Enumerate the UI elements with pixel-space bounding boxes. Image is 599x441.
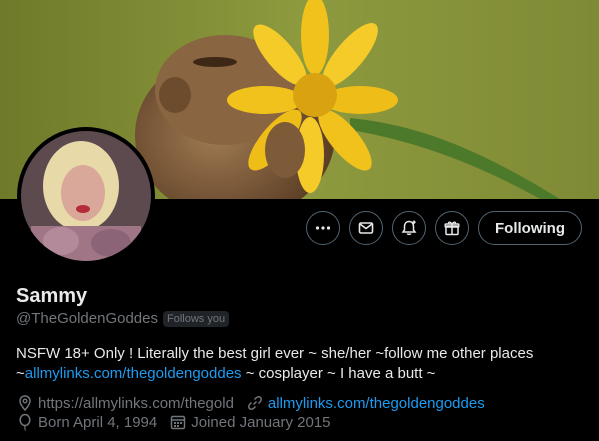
follows-you-badge: Follows you: [162, 310, 230, 327]
following-button[interactable]: Following: [478, 211, 582, 245]
birthday-item: Born April 4, 1994: [16, 413, 157, 431]
handle-row: @TheGoldenGoddes Follows you: [16, 310, 230, 327]
profile-actions: Following: [306, 211, 582, 245]
website-item: allmylinks.com/thegoldengoddes: [246, 394, 485, 412]
website-link[interactable]: allmylinks.com/thegoldengoddes: [268, 395, 485, 412]
location-text: https://allmylinks.com/thegold: [38, 394, 234, 412]
bio-line-2-prefix: ~: [16, 365, 25, 382]
notification-button[interactable]: [392, 211, 427, 245]
location-pin-icon: [19, 395, 31, 412]
profile-bio: NSFW 18+ Only ! Literally the best girl …: [16, 344, 586, 384]
avatar-image: [21, 131, 151, 261]
more-button[interactable]: [306, 211, 341, 245]
bio-line-2: ~allmylinks.com/thegoldengoddes ~ cospla…: [16, 364, 586, 384]
notification-bell-icon: [401, 220, 417, 236]
subscribe-button[interactable]: [435, 211, 470, 245]
bio-link[interactable]: allmylinks.com/thegoldengoddes: [25, 365, 242, 382]
user-handle: @TheGoldenGoddes: [16, 310, 158, 327]
gift-icon: [444, 221, 460, 236]
more-icon: [315, 226, 331, 230]
calendar-icon: [171, 415, 186, 430]
display-name: Sammy: [16, 285, 88, 307]
bio-line-2-suffix: ~ cosplayer ~ I have a butt ~: [241, 365, 436, 382]
message-icon: [358, 222, 374, 234]
profile-meta-row-1: https://allmylinks.com/thegold allmylink…: [16, 394, 497, 412]
message-button[interactable]: [349, 211, 384, 245]
avatar[interactable]: [17, 127, 155, 265]
birthday-text: Born April 4, 1994: [38, 413, 158, 431]
link-icon: [247, 396, 262, 410]
balloon-icon: [19, 413, 31, 431]
location-item: https://allmylinks.com/thegold: [16, 394, 234, 412]
joined-text: Joined January 2015: [191, 413, 331, 431]
profile-meta-row-2: Born April 4, 1994 Joined January 2015: [16, 413, 343, 431]
bio-line-1: NSFW 18+ Only ! Literally the best girl …: [16, 345, 534, 362]
joined-item: Joined January 2015: [169, 413, 331, 431]
